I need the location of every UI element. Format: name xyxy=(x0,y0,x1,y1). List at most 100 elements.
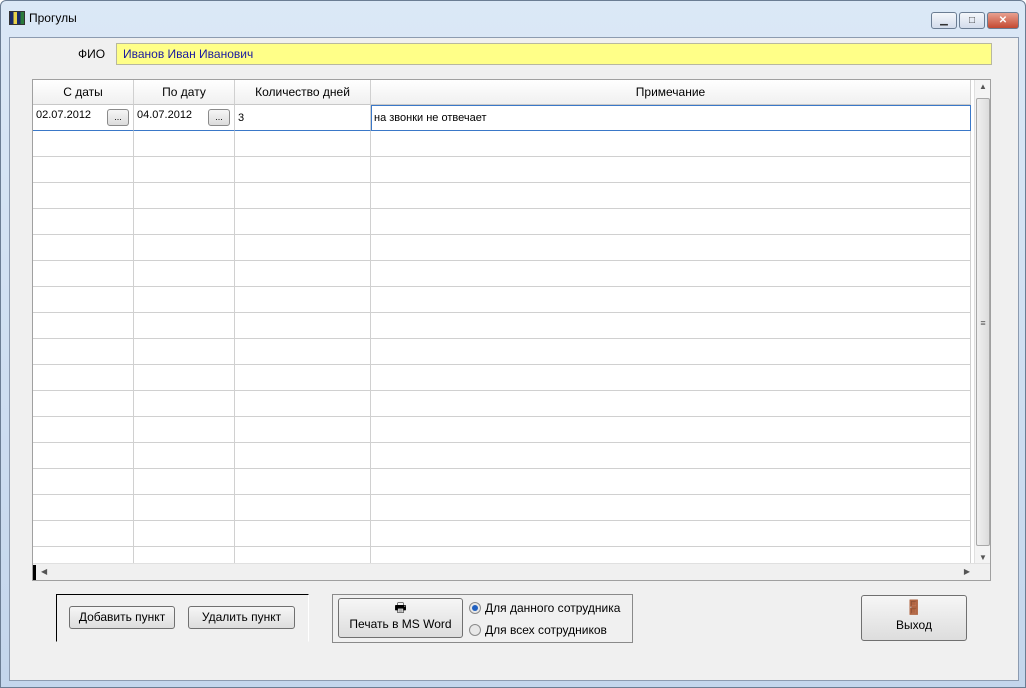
column-header-days[interactable]: Количество дней xyxy=(235,80,371,105)
cell-note[interactable]: на звонки не отвечает xyxy=(371,105,971,131)
radio-label: Для всех сотрудников xyxy=(485,623,607,637)
cell-note[interactable] xyxy=(371,287,971,313)
delete-item-button[interactable]: Удалить пункт xyxy=(188,606,295,629)
cell-days[interactable] xyxy=(235,365,371,391)
scroll-thumb[interactable]: ≡ xyxy=(976,98,990,546)
cell-from[interactable] xyxy=(33,183,134,209)
cell-to[interactable] xyxy=(134,235,235,261)
cell-days[interactable] xyxy=(235,391,371,417)
cell-note[interactable] xyxy=(371,391,971,417)
date-picker-button[interactable]: ... xyxy=(107,109,129,126)
cell-from[interactable] xyxy=(33,235,134,261)
cell-note[interactable] xyxy=(371,443,971,469)
cell-to[interactable] xyxy=(134,417,235,443)
cell-to[interactable] xyxy=(134,209,235,235)
cell-from[interactable] xyxy=(33,131,134,157)
cell-from[interactable] xyxy=(33,157,134,183)
radio-all-employees[interactable]: Для всех сотрудников xyxy=(469,623,607,637)
exit-label: Выход xyxy=(896,618,932,632)
cell-to[interactable] xyxy=(134,495,235,521)
cell-from[interactable] xyxy=(33,313,134,339)
cell-note[interactable] xyxy=(371,417,971,443)
scroll-right-icon[interactable]: ▶ xyxy=(964,567,970,576)
cell-from[interactable] xyxy=(33,261,134,287)
cell-from[interactable] xyxy=(33,469,134,495)
cell-days[interactable] xyxy=(235,157,371,183)
scroll-down-icon[interactable]: ▼ xyxy=(979,553,987,562)
add-item-button[interactable]: Добавить пункт xyxy=(69,606,175,629)
maximize-button[interactable]: □ xyxy=(959,12,985,29)
vertical-scrollbar[interactable]: ▲ ≡ ▼ xyxy=(974,80,990,564)
scroll-up-icon[interactable]: ▲ xyxy=(979,82,987,91)
cell-from[interactable] xyxy=(33,391,134,417)
cell-to[interactable] xyxy=(134,183,235,209)
date-picker-button[interactable]: ... xyxy=(208,109,230,126)
print-word-button[interactable]: 🖶 Печать в MS Word xyxy=(338,598,463,638)
exit-door-icon: 🚪 xyxy=(905,599,923,615)
cell-from[interactable]: 02.07.2012... xyxy=(33,105,134,131)
cell-note[interactable] xyxy=(371,209,971,235)
cell-note[interactable] xyxy=(371,313,971,339)
cell-note[interactable] xyxy=(371,183,971,209)
cell-days[interactable] xyxy=(235,131,371,157)
cell-to[interactable] xyxy=(134,443,235,469)
cell-from[interactable] xyxy=(33,443,134,469)
minimize-button[interactable]: ▁ xyxy=(931,12,957,29)
cell-note[interactable] xyxy=(371,339,971,365)
cell-days[interactable] xyxy=(235,209,371,235)
app-books-icon xyxy=(9,11,25,25)
cell-to[interactable] xyxy=(134,469,235,495)
cell-from[interactable] xyxy=(33,521,134,547)
scroll-left-icon[interactable]: ◀ xyxy=(41,567,47,576)
cell-days[interactable] xyxy=(235,417,371,443)
cell-to[interactable] xyxy=(134,391,235,417)
cell-days[interactable] xyxy=(235,339,371,365)
close-button[interactable]: ✕ xyxy=(987,12,1019,29)
printer-icon: 🖶 xyxy=(394,600,407,615)
date-value: 02.07.2012 xyxy=(36,109,92,121)
cell-from[interactable] xyxy=(33,209,134,235)
cell-to[interactable] xyxy=(134,261,235,287)
fio-field[interactable]: Иванов Иван Иванович xyxy=(116,43,992,65)
title-bar: Прогулы xyxy=(9,11,77,25)
cell-note[interactable] xyxy=(371,469,971,495)
column-header-note[interactable]: Примечание xyxy=(371,80,971,105)
cell-to[interactable] xyxy=(134,339,235,365)
cell-days[interactable] xyxy=(235,261,371,287)
cell-days[interactable] xyxy=(235,443,371,469)
radio-current-employee[interactable]: Для данного сотрудника xyxy=(469,601,620,615)
cell-to[interactable] xyxy=(134,287,235,313)
cell-note[interactable] xyxy=(371,131,971,157)
cell-days[interactable] xyxy=(235,183,371,209)
cell-note[interactable] xyxy=(371,157,971,183)
cell-days[interactable] xyxy=(235,495,371,521)
cell-from[interactable] xyxy=(33,365,134,391)
cell-days[interactable] xyxy=(235,235,371,261)
cell-to[interactable] xyxy=(134,313,235,339)
cell-from[interactable] xyxy=(33,417,134,443)
cell-from[interactable] xyxy=(33,339,134,365)
cell-note[interactable] xyxy=(371,365,971,391)
cell-to[interactable]: 04.07.2012... xyxy=(134,105,235,131)
cell-from[interactable] xyxy=(33,287,134,313)
cell-days[interactable] xyxy=(235,469,371,495)
column-header-from[interactable]: С даты xyxy=(33,80,134,105)
fio-label: ФИО xyxy=(78,47,106,61)
cell-to[interactable] xyxy=(134,157,235,183)
scroll-thumb[interactable] xyxy=(33,565,36,580)
cell-days[interactable] xyxy=(235,287,371,313)
cell-to[interactable] xyxy=(134,131,235,157)
cell-note[interactable] xyxy=(371,261,971,287)
cell-days[interactable]: 3 xyxy=(235,105,371,131)
exit-button[interactable]: 🚪 Выход xyxy=(861,595,967,641)
cell-days[interactable] xyxy=(235,313,371,339)
cell-to[interactable] xyxy=(134,521,235,547)
cell-note[interactable] xyxy=(371,521,971,547)
horizontal-scrollbar[interactable]: ◀ ▶ xyxy=(33,563,990,580)
cell-to[interactable] xyxy=(134,365,235,391)
column-header-to[interactable]: По дату xyxy=(134,80,235,105)
cell-days[interactable] xyxy=(235,521,371,547)
cell-note[interactable] xyxy=(371,495,971,521)
cell-note[interactable] xyxy=(371,235,971,261)
cell-from[interactable] xyxy=(33,495,134,521)
